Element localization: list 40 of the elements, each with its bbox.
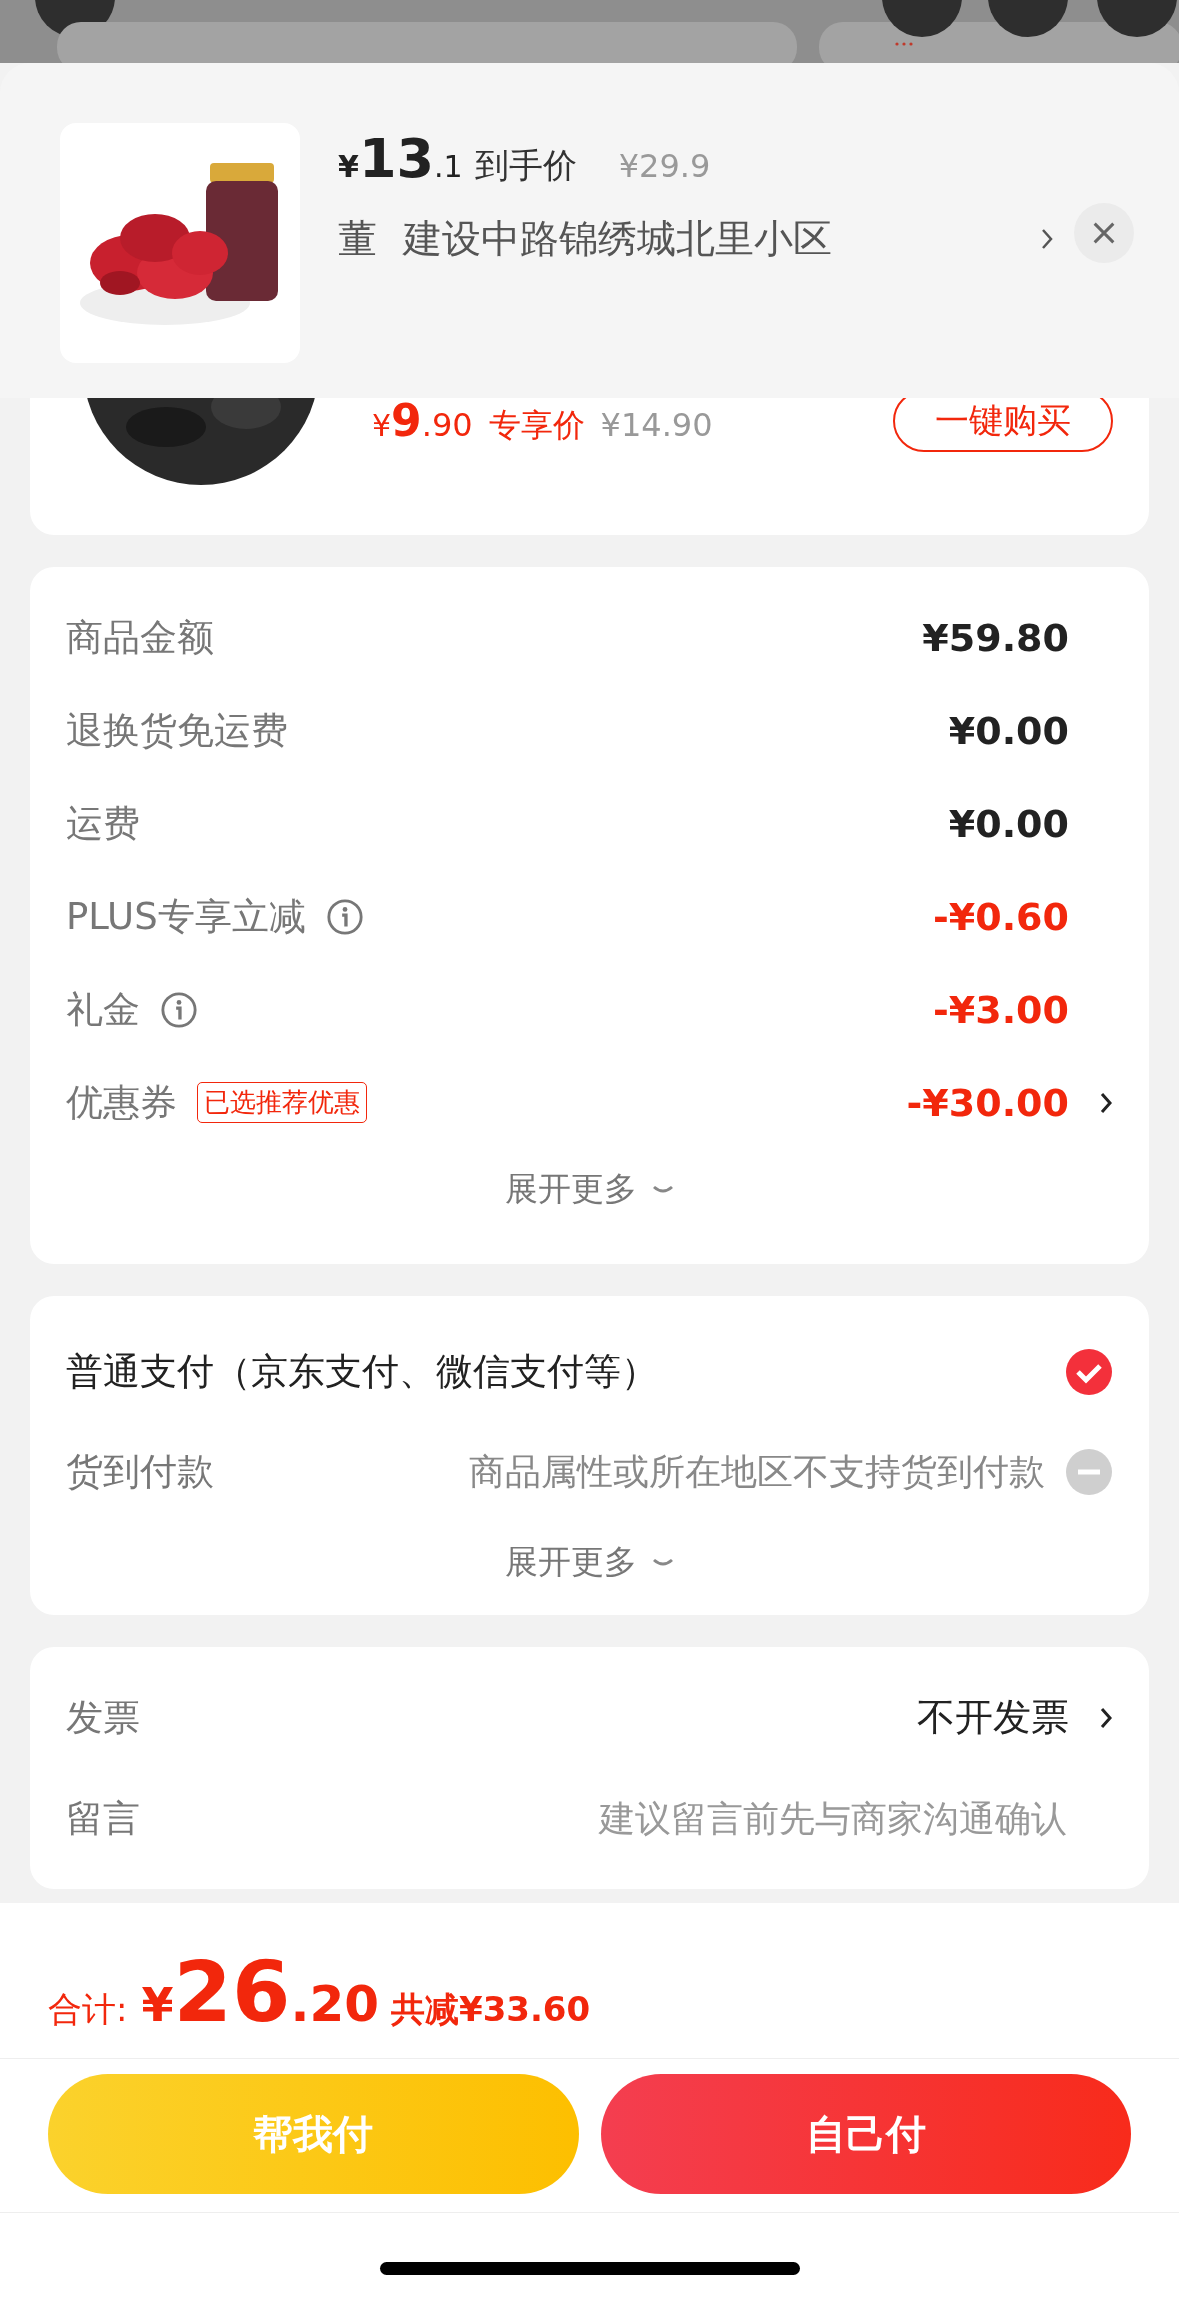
amount-value: ¥0.00: [948, 801, 1069, 846]
checked-radio-icon[interactable]: [1065, 1348, 1113, 1396]
row-label: 发票: [66, 1694, 140, 1741]
address-text[interactable]: 建设中路锦绣城北里小区: [403, 212, 832, 266]
coupon-tag: 已选推荐优惠: [197, 1082, 367, 1123]
total-price: ¥26.20: [141, 1943, 379, 2041]
row-label: 运费: [66, 800, 140, 847]
price-label: 专享价: [488, 404, 585, 446]
amount-value: -¥0.60: [933, 894, 1069, 939]
payment-note: 商品属性或所在地区不支持货到付款: [469, 1449, 1045, 1494]
chevron-right-icon[interactable]: [1099, 1090, 1113, 1115]
dots-icon: [894, 42, 914, 46]
pay-button[interactable]: 自己付: [600, 2074, 1131, 2194]
invoice-value[interactable]: 不开发票: [917, 1692, 1069, 1743]
row-label: 礼金: [66, 986, 140, 1033]
total-label: 合计:: [48, 1988, 128, 2031]
chevron-right-icon[interactable]: [1099, 1705, 1113, 1730]
original-price: ¥29.9: [618, 147, 711, 185]
expand-more-button[interactable]: 展开更多: [484, 1149, 695, 1242]
payment-option-label[interactable]: 普通支付（京东支付、微信支付等）: [66, 1347, 658, 1397]
amount-value: -¥3.00: [933, 987, 1069, 1032]
message-field[interactable]: 建议留言前先与商家沟通确认: [140, 1797, 1069, 1840]
info-icon[interactable]: [325, 897, 364, 936]
original-price: ¥14.90: [600, 405, 713, 444]
row-label: 优惠券: [66, 1079, 177, 1126]
price-label: 到手价: [474, 144, 577, 187]
saved-amount: 共减¥33.60: [390, 1988, 591, 2031]
recipient-name: 董: [338, 215, 377, 263]
amount-value: ¥59.80: [922, 615, 1069, 660]
info-icon[interactable]: [160, 990, 198, 1029]
row-label: 退换货免运费: [66, 707, 288, 754]
exclusive-price: ¥9.90: [372, 394, 473, 446]
amount-value: -¥30.00: [906, 1080, 1069, 1125]
row-label: 留言: [66, 1795, 140, 1842]
expand-more-button[interactable]: 展开更多: [484, 1522, 695, 1615]
row-label: PLUS专享立减: [66, 893, 306, 940]
row-label: 商品金额: [66, 614, 214, 661]
final-price: ¥13.1: [338, 127, 463, 190]
chevron-right-icon[interactable]: [1040, 227, 1054, 251]
amount-value: ¥0.00: [948, 708, 1069, 753]
